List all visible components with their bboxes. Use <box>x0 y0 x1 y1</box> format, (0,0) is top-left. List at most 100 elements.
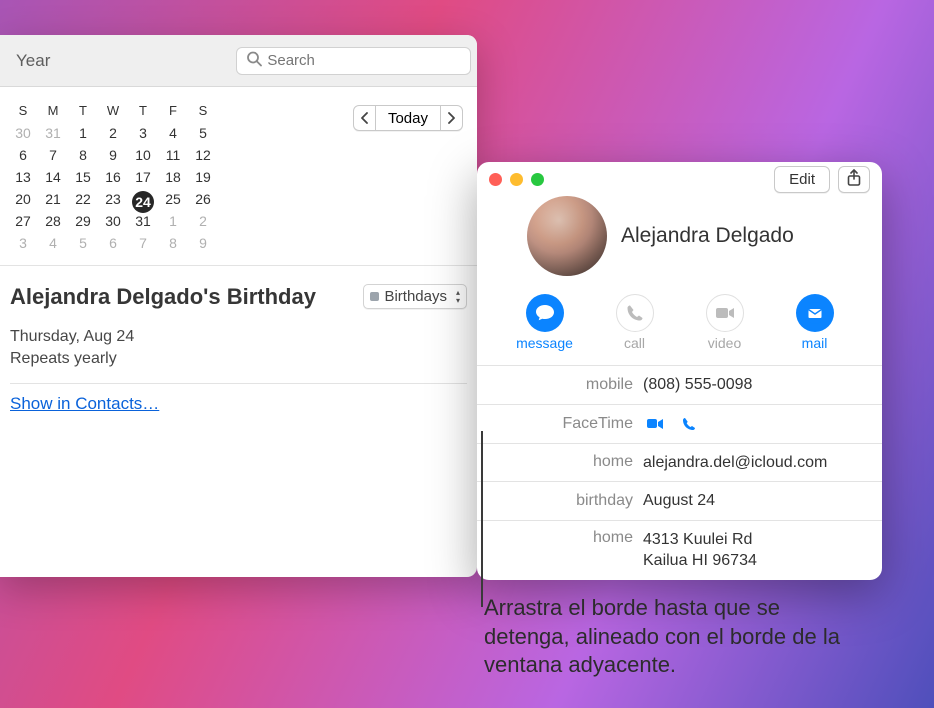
contact-actions: message call video mail <box>477 288 882 365</box>
home-address-label: home <box>493 529 633 547</box>
video-action[interactable]: video <box>694 294 756 351</box>
mail-action[interactable]: mail <box>784 294 846 351</box>
today-controls: Today <box>353 105 463 257</box>
mini-month-cell[interactable]: 7 <box>38 147 68 169</box>
facetime-audio-button[interactable] <box>677 413 701 435</box>
mini-month-cell[interactable]: 22 <box>68 191 98 213</box>
mini-month-dow: S <box>188 103 218 125</box>
mini-month-cell[interactable]: 31 <box>38 125 68 147</box>
window-controls <box>489 173 544 186</box>
mobile-label: mobile <box>493 376 633 394</box>
share-button[interactable] <box>838 166 870 193</box>
mini-month-cell[interactable]: 2 <box>188 213 218 235</box>
event-calendar-select[interactable]: Birthdays ▴▾ <box>363 284 467 309</box>
mail-icon <box>796 294 834 332</box>
mini-month-cell[interactable]: 8 <box>68 147 98 169</box>
minimize-window-button[interactable] <box>510 173 523 186</box>
detail-row-home-address: home 4313 Kuulei Rd Kailua HI 96734 <box>477 521 882 580</box>
show-in-contacts-link[interactable]: Show in Contacts… <box>10 394 159 413</box>
mini-month-cell[interactable]: 19 <box>188 169 218 191</box>
mini-month-cell[interactable]: 12 <box>188 147 218 169</box>
mini-month-cell[interactable]: 13 <box>8 169 38 191</box>
calendar-toolbar: Year <box>0 35 477 87</box>
mini-month-cell[interactable]: 4 <box>158 125 188 147</box>
event-calendar-name: Birthdays <box>384 288 447 305</box>
mini-month-cell[interactable]: 30 <box>8 125 38 147</box>
detail-row-facetime: FaceTime <box>477 405 882 444</box>
callout-text: Arrastra el borde hasta que se detenga, … <box>484 594 864 680</box>
mini-month-cell[interactable]: 18 <box>158 169 188 191</box>
mini-month-cell[interactable]: 28 <box>38 213 68 235</box>
facetime-video-button[interactable] <box>643 413 667 435</box>
zoom-window-button[interactable] <box>531 173 544 186</box>
mini-month-cell[interactable]: 1 <box>68 125 98 147</box>
mini-month-cell[interactable]: 5 <box>68 235 98 257</box>
mini-month-cell[interactable]: 25 <box>158 191 188 213</box>
home-address-value[interactable]: 4313 Kuulei Rd Kailua HI 96734 <box>643 529 866 572</box>
updown-icon: ▴▾ <box>456 289 460 305</box>
phone-icon <box>616 294 654 332</box>
home-email-value[interactable]: alejandra.del@icloud.com <box>643 452 866 474</box>
mail-label: mail <box>802 335 828 351</box>
contact-details: mobile (808) 555-0098 FaceTime home alej… <box>477 365 882 580</box>
event-repeat: Repeats yearly <box>10 348 467 370</box>
mini-month-cell[interactable]: 21 <box>38 191 68 213</box>
call-action[interactable]: call <box>604 294 666 351</box>
mini-month-cell[interactable]: 9 <box>98 147 128 169</box>
mini-month-cell[interactable]: 3 <box>8 235 38 257</box>
mini-month-cell[interactable]: 6 <box>98 235 128 257</box>
mini-month-cell[interactable]: 31 <box>128 213 158 235</box>
calendar-year-view-label[interactable]: Year <box>10 51 56 71</box>
mini-month-cell[interactable]: 20 <box>8 191 38 213</box>
video-label: video <box>708 335 741 351</box>
mini-month-cell[interactable]: 15 <box>68 169 98 191</box>
mini-month-cell[interactable]: 8 <box>158 235 188 257</box>
mini-month-cell[interactable]: 6 <box>8 147 38 169</box>
edit-button[interactable]: Edit <box>774 166 830 193</box>
video-icon <box>706 294 744 332</box>
detail-row-birthday: birthday August 24 <box>477 482 882 521</box>
mini-month-cell[interactable]: 14 <box>38 169 68 191</box>
search-input[interactable] <box>236 47 471 75</box>
calendar-body: SMTWTFS303112345678910111213141516171819… <box>0 87 477 265</box>
mini-month-cell[interactable]: 29 <box>68 213 98 235</box>
mini-month-cell[interactable]: 30 <box>98 213 128 235</box>
calendar-color-swatch <box>370 292 379 301</box>
share-icon <box>846 169 862 190</box>
birthday-value: August 24 <box>643 490 866 512</box>
calendar-window: Year SMTWTFS3031123456789101112131415161… <box>0 35 477 577</box>
prev-period-button[interactable] <box>353 105 376 131</box>
mini-month-cell[interactable]: 11 <box>158 147 188 169</box>
mobile-value[interactable]: (808) 555-0098 <box>643 374 866 396</box>
callout-leader-line <box>481 431 483 607</box>
mini-month-cell[interactable]: 27 <box>8 213 38 235</box>
mini-month-cell[interactable]: 3 <box>128 125 158 147</box>
mini-month-cell[interactable]: 7 <box>128 235 158 257</box>
detail-row-home-email: home alejandra.del@icloud.com <box>477 444 882 483</box>
mini-month-cell[interactable]: 10 <box>128 147 158 169</box>
mini-month[interactable]: SMTWTFS303112345678910111213141516171819… <box>8 103 248 257</box>
today-button[interactable]: Today <box>376 105 440 131</box>
mini-month-cell[interactable]: 16 <box>98 169 128 191</box>
mini-month-cell[interactable]: 23 <box>98 191 128 213</box>
event-title: Alejandra Delgado's Birthday <box>10 284 316 310</box>
avatar[interactable] <box>527 196 607 276</box>
call-label: call <box>624 335 645 351</box>
mini-month-dow: T <box>128 103 158 125</box>
mini-month-dow: M <box>38 103 68 125</box>
mini-month-cell[interactable]: 1 <box>158 213 188 235</box>
event-date: Thursday, Aug 24 <box>10 326 467 348</box>
mini-month-cell[interactable]: 24 <box>128 191 158 213</box>
next-period-button[interactable] <box>440 105 463 131</box>
mini-month-cell[interactable]: 2 <box>98 125 128 147</box>
close-window-button[interactable] <box>489 173 502 186</box>
mini-month-cell[interactable]: 26 <box>188 191 218 213</box>
contact-name: Alejandra Delgado <box>621 224 794 248</box>
message-action[interactable]: message <box>514 294 576 351</box>
message-icon <box>526 294 564 332</box>
mini-month-cell[interactable]: 4 <box>38 235 68 257</box>
mini-month-cell[interactable]: 17 <box>128 169 158 191</box>
contacts-titlebar: Edit <box>477 162 882 196</box>
mini-month-cell[interactable]: 5 <box>188 125 218 147</box>
mini-month-cell[interactable]: 9 <box>188 235 218 257</box>
